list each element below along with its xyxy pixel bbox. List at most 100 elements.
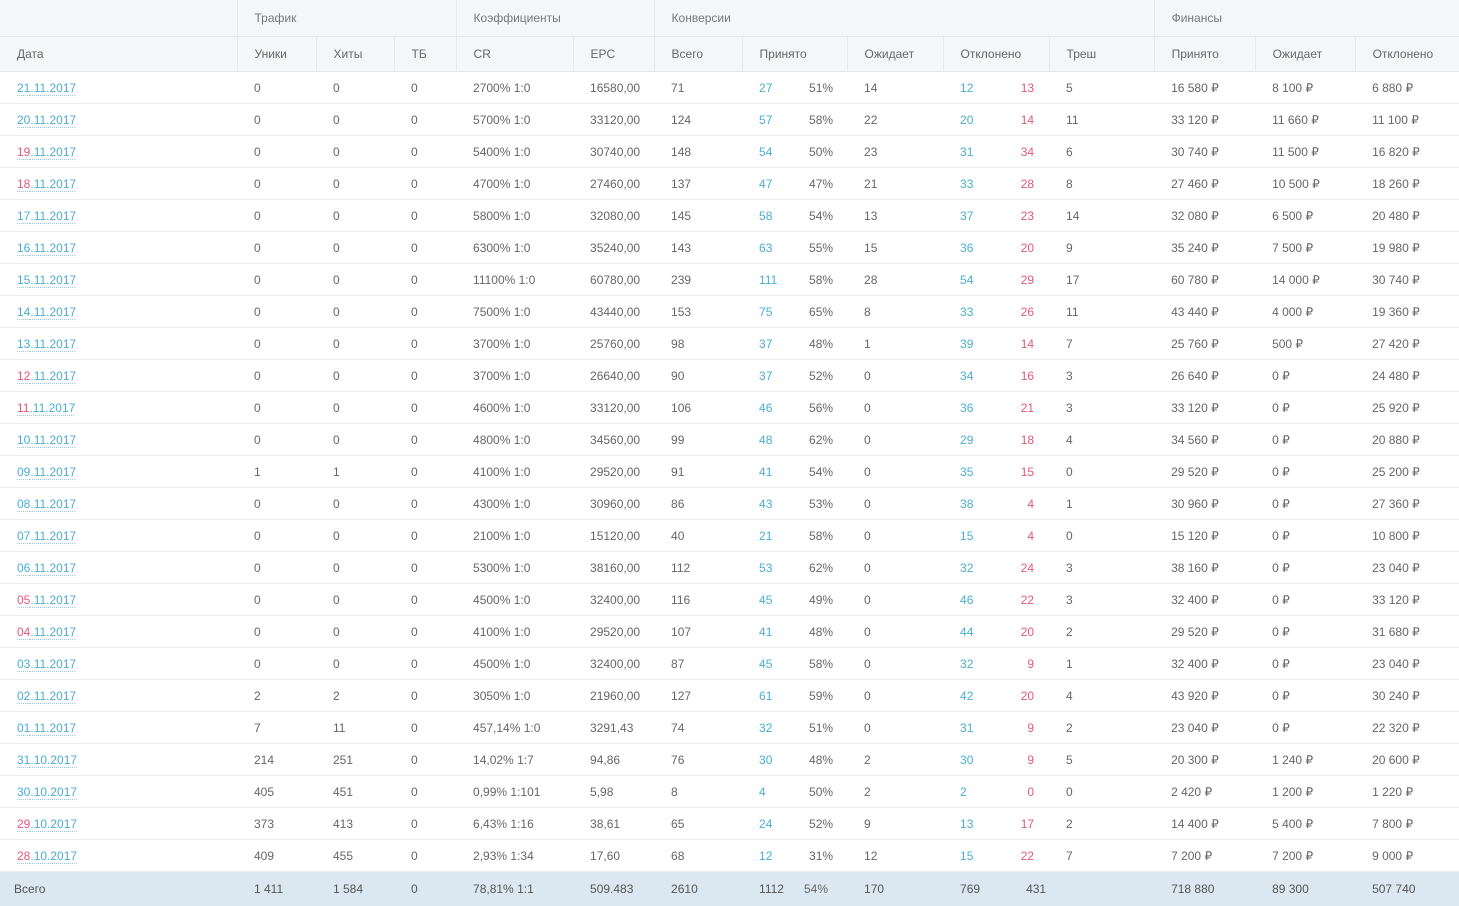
conv-rejected-secondary[interactable]: 23 — [1012, 209, 1034, 223]
conv-pending-link[interactable]: 0 — [847, 488, 943, 520]
conv-accepted-link[interactable]: 37 — [759, 337, 809, 351]
column-header-conv-rejected[interactable]: Отклонено — [943, 37, 1049, 72]
conv-accepted-link[interactable]: 24 — [759, 817, 809, 831]
conv-rejected-link[interactable]: 12 — [960, 81, 1012, 95]
date-link[interactable]: 10.11.2017 — [17, 433, 76, 447]
conv-pending-link[interactable]: 1 — [847, 328, 943, 360]
column-header-tb[interactable]: ТБ — [394, 37, 456, 72]
conv-rejected-secondary[interactable]: 22 — [1012, 849, 1034, 863]
conv-trash-link[interactable]: 17 — [1049, 264, 1154, 296]
column-header-fin-accepted[interactable]: Принято — [1154, 37, 1255, 72]
conv-accepted-link[interactable]: 53 — [759, 561, 809, 575]
conv-trash-link[interactable]: 2 — [1049, 808, 1154, 840]
conv-rejected-link[interactable]: 20 — [960, 113, 1012, 127]
conv-pending-link[interactable]: 12 — [847, 840, 943, 872]
conv-total-link[interactable]: 145 — [654, 200, 742, 232]
conv-total-link[interactable]: 124 — [654, 104, 742, 136]
conv-accepted-link[interactable]: 45 — [759, 657, 809, 671]
column-header-fin-rejected[interactable]: Отклонено — [1355, 37, 1459, 72]
conv-total-link[interactable]: 148 — [654, 136, 742, 168]
column-header-hits[interactable]: Хиты — [316, 37, 394, 72]
conv-accepted-link[interactable]: 58 — [759, 209, 809, 223]
conv-trash-link[interactable]: 2 — [1049, 616, 1154, 648]
date-link[interactable]: 07.11.2017 — [17, 529, 76, 543]
conv-total-link[interactable]: 86 — [654, 488, 742, 520]
date-link[interactable]: 18.11.2017 — [17, 177, 76, 191]
conv-pending-link[interactable]: 9 — [847, 808, 943, 840]
conv-total-link[interactable]: 76 — [654, 744, 742, 776]
conv-accepted-link[interactable]: 4 — [759, 785, 809, 799]
date-link[interactable]: 09.11.2017 — [17, 465, 76, 479]
conv-total-link[interactable]: 90 — [654, 360, 742, 392]
conv-trash-link[interactable]: 4 — [1049, 680, 1154, 712]
conv-rejected-secondary[interactable]: 4 — [1012, 497, 1034, 511]
conv-pending-link[interactable]: 0 — [847, 680, 943, 712]
column-header-uniques[interactable]: Уники — [237, 37, 316, 72]
conv-rejected-secondary[interactable]: 28 — [1012, 177, 1034, 191]
conv-total-link[interactable]: 153 — [654, 296, 742, 328]
conv-trash-link[interactable]: 7 — [1049, 840, 1154, 872]
date-link[interactable]: 30.10.2017 — [17, 785, 77, 799]
conv-pending-link[interactable]: 0 — [847, 552, 943, 584]
conv-rejected-link[interactable]: 2 — [960, 785, 1012, 799]
conv-trash-link[interactable]: 0 — [1049, 776, 1154, 808]
conv-accepted-link[interactable]: 63 — [759, 241, 809, 255]
date-link[interactable]: 05.11.2017 — [17, 593, 76, 607]
conv-rejected-link[interactable]: 36 — [960, 401, 1012, 415]
conv-total-link[interactable]: 143 — [654, 232, 742, 264]
conv-rejected-secondary[interactable]: 24 — [1012, 561, 1034, 575]
conv-total-link[interactable]: 112 — [654, 552, 742, 584]
conv-total-link[interactable]: 74 — [654, 712, 742, 744]
conv-total-link[interactable]: 87 — [654, 648, 742, 680]
date-link[interactable]: 31.10.2017 — [17, 753, 77, 767]
conv-trash-link[interactable]: 3 — [1049, 552, 1154, 584]
conv-trash-link[interactable]: 8 — [1049, 168, 1154, 200]
column-header-fin-pending[interactable]: Ожидает — [1255, 37, 1355, 72]
conv-pending-link[interactable]: 0 — [847, 424, 943, 456]
conv-rejected-secondary[interactable]: 16 — [1012, 369, 1034, 383]
conv-accepted-link[interactable]: 21 — [759, 529, 809, 543]
conv-accepted-link[interactable]: 45 — [759, 593, 809, 607]
date-link[interactable]: 08.11.2017 — [17, 497, 76, 511]
conv-rejected-link[interactable]: 33 — [960, 177, 1012, 191]
conv-trash-link[interactable]: 11 — [1049, 104, 1154, 136]
conv-trash-link[interactable]: 4 — [1049, 424, 1154, 456]
date-link[interactable]: 29.10.2017 — [17, 817, 77, 831]
conv-rejected-link[interactable]: 46 — [960, 593, 1012, 607]
date-link[interactable]: 01.11.2017 — [17, 721, 76, 735]
conv-accepted-link[interactable]: 54 — [759, 145, 809, 159]
conv-rejected-secondary[interactable]: 29 — [1012, 273, 1034, 287]
conv-pending-link[interactable]: 28 — [847, 264, 943, 296]
conv-accepted-link[interactable]: 57 — [759, 113, 809, 127]
date-link[interactable]: 28.10.2017 — [17, 849, 77, 863]
conv-rejected-link[interactable]: 29 — [960, 433, 1012, 447]
conv-trash-link[interactable]: 1 — [1049, 488, 1154, 520]
conv-rejected-link[interactable]: 15 — [960, 849, 1012, 863]
conv-pending-link[interactable]: 2 — [847, 776, 943, 808]
conv-rejected-secondary[interactable]: 14 — [1012, 337, 1034, 351]
conv-rejected-secondary[interactable]: 4 — [1012, 529, 1034, 543]
conv-rejected-secondary[interactable]: 14 — [1012, 113, 1034, 127]
conv-total-link[interactable]: 91 — [654, 456, 742, 488]
conv-total-link[interactable]: 127 — [654, 680, 742, 712]
date-link[interactable]: 02.11.2017 — [17, 689, 76, 703]
conv-total-link[interactable]: 99 — [654, 424, 742, 456]
conv-rejected-secondary[interactable]: 13 — [1012, 81, 1034, 95]
date-link[interactable]: 11.11.2017 — [17, 401, 75, 415]
conv-rejected-link[interactable]: 36 — [960, 241, 1012, 255]
conv-trash-link[interactable]: 3 — [1049, 392, 1154, 424]
conv-rejected-link[interactable]: 37 — [960, 209, 1012, 223]
column-header-cr[interactable]: CR — [456, 37, 573, 72]
conv-rejected-secondary[interactable]: 15 — [1012, 465, 1034, 479]
conv-total-link[interactable]: 71 — [654, 72, 742, 104]
conv-accepted-link[interactable]: 75 — [759, 305, 809, 319]
date-link[interactable]: 15.11.2017 — [17, 273, 76, 287]
conv-rejected-secondary[interactable]: 9 — [1012, 657, 1034, 671]
date-link[interactable]: 06.11.2017 — [17, 561, 76, 575]
conv-rejected-link[interactable]: 32 — [960, 561, 1012, 575]
conv-trash-link[interactable]: 5 — [1049, 744, 1154, 776]
conv-total-link[interactable]: 107 — [654, 616, 742, 648]
date-link[interactable]: 20.11.2017 — [17, 113, 76, 127]
conv-total-link[interactable]: 137 — [654, 168, 742, 200]
conv-rejected-link[interactable]: 44 — [960, 625, 1012, 639]
